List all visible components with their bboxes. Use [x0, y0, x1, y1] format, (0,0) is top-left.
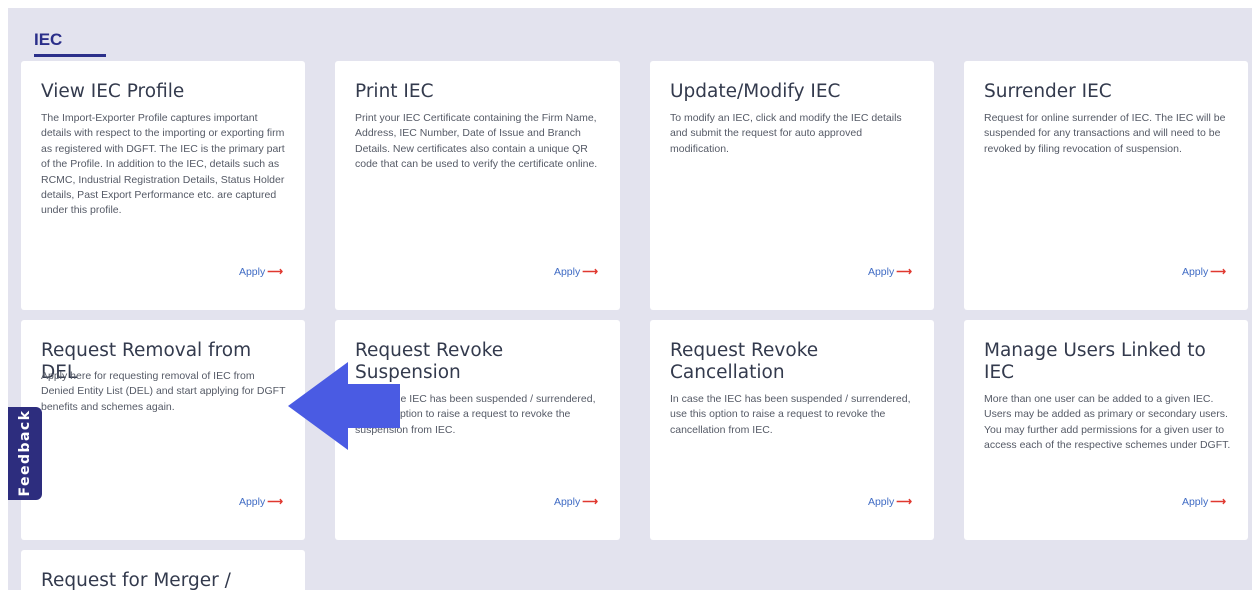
card-manage-users-linked-to-iec[interactable]: Manage Users Linked to IEC More than one…	[964, 320, 1248, 540]
section-title: IEC	[34, 30, 63, 49]
apply-label: Apply	[1181, 265, 1209, 278]
card-description: In case the IEC has been suspended / sur…	[355, 393, 596, 436]
feedback-label: Feedback	[17, 409, 33, 497]
feedback-tab[interactable]: Feedback	[8, 407, 42, 500]
card-description: Print your IEC Certificate containing th…	[355, 112, 598, 171]
apply-link[interactable]: Apply ⟶	[553, 265, 598, 279]
arrow-right-icon: ⟶	[582, 266, 598, 278]
card-request-for-merger[interactable]: Request for Merger /	[21, 550, 305, 590]
apply-label: Apply	[238, 265, 266, 278]
arrow-right-icon: ⟶	[1210, 496, 1226, 508]
apply-link[interactable]: Apply ⟶	[1181, 495, 1226, 509]
card-title: View IEC Profile	[41, 81, 185, 102]
card-update-modify-iec[interactable]: Update/Modify IEC To modify an IEC, clic…	[650, 61, 934, 310]
apply-link[interactable]: Apply ⟶	[1181, 265, 1226, 279]
card-title: Request Revoke Suspension	[355, 340, 504, 383]
apply-label: Apply	[867, 265, 895, 278]
card-request-revoke-cancellation[interactable]: Request Revoke Cancellation In case the …	[650, 320, 934, 540]
card-description: More than one user can be added to a giv…	[984, 393, 1231, 452]
card-title: Manage Users Linked to IEC	[984, 340, 1206, 383]
arrow-right-icon: ⟶	[267, 496, 283, 508]
arrow-right-icon: ⟶	[1210, 266, 1226, 278]
card-title: Request Revoke Cancellation	[670, 340, 819, 383]
card-surrender-iec[interactable]: Surrender IEC Request for online surrend…	[964, 61, 1248, 310]
section-underline	[34, 54, 106, 57]
card-title: Update/Modify IEC	[670, 81, 841, 102]
apply-label: Apply	[553, 495, 581, 508]
apply-label: Apply	[238, 495, 266, 508]
arrow-right-icon: ⟶	[896, 266, 912, 278]
card-description: Request for online surrender of IEC. The…	[984, 112, 1226, 155]
arrow-right-icon: ⟶	[267, 266, 283, 278]
arrow-right-icon: ⟶	[582, 496, 598, 508]
card-request-revoke-suspension[interactable]: Request Revoke Suspension In case the IE…	[335, 320, 620, 540]
card-description: To modify an IEC, click and modify the I…	[670, 112, 902, 155]
apply-label: Apply	[1181, 495, 1209, 508]
card-title: Print IEC	[355, 81, 434, 102]
card-request-removal-from-del[interactable]: Request Removal from DEL Apply here for …	[21, 320, 305, 540]
card-title: Surrender IEC	[984, 81, 1112, 102]
apply-link[interactable]: Apply ⟶	[238, 495, 283, 509]
apply-link[interactable]: Apply ⟶	[238, 265, 283, 279]
card-description: In case the IEC has been suspended / sur…	[670, 393, 911, 436]
apply-label: Apply	[867, 495, 895, 508]
apply-link[interactable]: Apply ⟶	[867, 495, 912, 509]
apply-label: Apply	[553, 265, 581, 278]
iec-services-panel: IEC View IEC Profile The Import-Exporter…	[8, 8, 1252, 590]
arrow-right-icon: ⟶	[896, 496, 912, 508]
card-title: Request for Merger /	[41, 570, 231, 590]
apply-link[interactable]: Apply ⟶	[553, 495, 598, 509]
card-description: Apply here for requesting removal of IEC…	[41, 370, 286, 413]
card-view-iec-profile[interactable]: View IEC Profile The Import-Exporter Pro…	[21, 61, 305, 310]
apply-link[interactable]: Apply ⟶	[867, 265, 912, 279]
card-print-iec[interactable]: Print IEC Print your IEC Certificate con…	[335, 61, 620, 310]
card-description: The Import-Exporter Profile captures imp…	[41, 112, 285, 217]
